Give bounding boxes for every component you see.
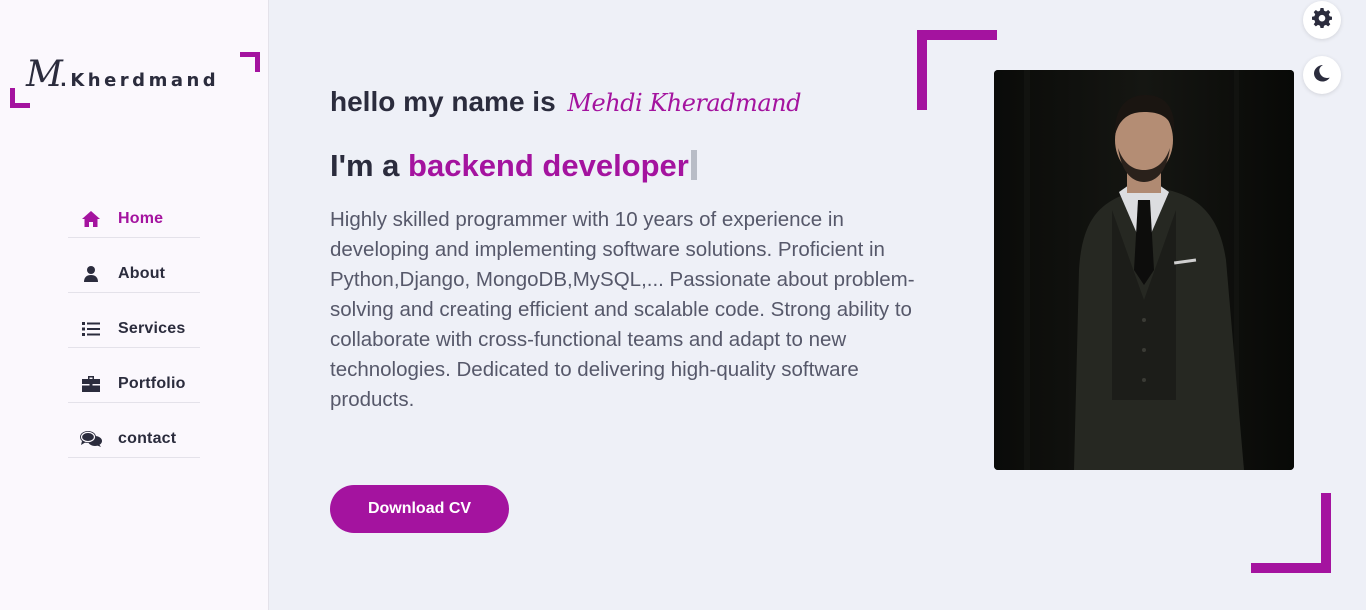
greeting-heading: hello my name is Mehdi Kheradmand <box>330 86 801 118</box>
settings-button[interactable] <box>1303 1 1341 39</box>
sidebar-item-contact[interactable]: contact <box>68 403 200 458</box>
greeting-text: hello my name is <box>330 86 556 117</box>
logo-initial: M <box>26 54 63 95</box>
sidebar-item-services[interactable]: Services <box>68 293 200 348</box>
moon-icon <box>1313 64 1331 86</box>
role-title: backend developer <box>408 148 689 183</box>
owner-name: Mehdi Kheradmand <box>567 89 801 117</box>
profile-photo <box>994 70 1294 470</box>
bio-paragraph: Highly skilled programmer with 10 years … <box>330 208 915 411</box>
sidebar-item-label: Portfolio <box>118 374 186 392</box>
sidebar-item-portfolio[interactable]: Portfolio <box>68 348 200 403</box>
sidebar-item-home[interactable]: Home <box>68 183 200 238</box>
list-icon <box>80 320 102 338</box>
user-icon <box>80 265 102 283</box>
home-icon <box>80 210 102 228</box>
sidebar-item-label: contact <box>118 429 177 447</box>
sidebar: M .Kherdmand Home About Services Portfol… <box>0 0 269 610</box>
logo-text: .Kherdmand <box>60 70 220 91</box>
role-heading: I'm a backend developer <box>330 148 697 184</box>
logo[interactable]: M .Kherdmand <box>10 52 260 108</box>
briefcase-icon <box>80 375 102 393</box>
sidebar-item-about[interactable]: About <box>68 238 200 293</box>
typing-cursor <box>690 150 697 180</box>
sidebar-item-label: Home <box>118 209 164 227</box>
sidebar-item-label: About <box>118 264 166 282</box>
photo-frame-corner <box>917 30 997 110</box>
logo-corner-decoration <box>240 52 260 72</box>
photo-frame-corner <box>1251 493 1331 573</box>
download-cv-button[interactable]: Download CV <box>330 485 509 533</box>
gear-icon <box>1312 8 1332 32</box>
sidebar-item-label: Services <box>118 319 186 337</box>
comments-icon <box>80 430 102 448</box>
theme-toggle-button[interactable] <box>1303 56 1341 94</box>
sidebar-nav: Home About Services Portfolio contact <box>68 183 200 458</box>
role-prefix: I'm a <box>330 148 400 183</box>
